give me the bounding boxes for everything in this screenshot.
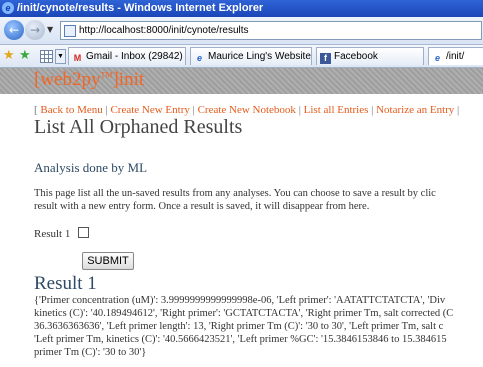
facebook-icon: f — [320, 53, 331, 64]
brand-prefix: [web2py — [34, 69, 101, 90]
submit-button[interactable]: SUBMIT — [82, 252, 134, 270]
tab-gmail-label: Gmail - Inbox (29842) - ... — [86, 51, 185, 62]
web2py-header: [web2pyTM]init — [0, 68, 483, 94]
back-button[interactable]: ← — [4, 20, 24, 40]
menu-separator: | — [189, 104, 198, 116]
description-line: result with a new entry form. Once a res… — [34, 201, 370, 212]
add-favorites-icon[interactable]: ★ — [19, 48, 31, 63]
tabs-bar: ★ ★ ▼ M Gmail - Inbox (29842) - ... e Maur… — [0, 45, 483, 68]
forward-button[interactable]: → — [25, 20, 45, 40]
recent-pages-dropdown-icon[interactable]: ▼ — [47, 25, 53, 34]
favorites-star-icon[interactable]: ★ — [3, 48, 15, 63]
brand-logo: [web2pyTM]init — [34, 69, 144, 91]
result-line: {'Primer concentration (uM)': 3.99999999… — [34, 295, 446, 306]
tab-init[interactable]: e/init/ — [428, 47, 483, 65]
page-icon — [64, 25, 76, 37]
menu-link-back-to-menu[interactable]: Back to Menu — [40, 104, 102, 116]
result-select-row: Result 1 — [34, 227, 483, 243]
result-line: 'Left primer Tm, kinetics (C)': '40.5666… — [34, 334, 447, 345]
result-body: {'Primer concentration (uM)': 3.99999999… — [34, 294, 453, 359]
tab-init-label: /init/ — [446, 51, 465, 62]
menu-link-notarize-an-entry[interactable]: Notarize an Entry — [376, 104, 454, 116]
tab-maurice-website[interactable]: e Maurice Ling's Website — [190, 47, 312, 65]
tab-maurice-label: Maurice Ling's Website — [208, 51, 311, 62]
address-bar-row: ← → ▼ http://localhost:8000/init/cynote/… — [0, 17, 483, 45]
tab-facebook-label: Facebook — [334, 51, 378, 62]
menu-separator: | — [368, 104, 377, 116]
menu-separator: | — [454, 104, 460, 116]
result-line: 36.3636363636', 'Left primer length': 13… — [34, 321, 444, 332]
result-checkbox-label: Result 1 — [34, 228, 71, 240]
result-checkbox[interactable] — [78, 227, 90, 238]
tab-gmail[interactable]: M Gmail - Inbox (29842) - ... — [68, 47, 186, 65]
brand-suffix: ]init — [112, 69, 145, 90]
main-content: [ Back to Menu | Create New Entry | Crea… — [34, 98, 483, 358]
menu-separator: | — [295, 104, 304, 116]
ie-page-icon: e — [196, 53, 202, 63]
address-input[interactable]: http://localhost:8000/init/cynote/result… — [60, 21, 482, 40]
ie-page-icon: e — [434, 53, 440, 63]
result-line: primer Tm (C)': '30 to 30'} — [34, 347, 147, 358]
address-url: http://localhost:8000/init/cynote/result… — [79, 25, 249, 36]
result-line: kinetics (C)': '40.189494612', 'Right pr… — [34, 308, 454, 319]
page-subtitle: Analysis done by ML — [34, 160, 148, 175]
menu-link-list-all-entries[interactable]: List all Entries — [304, 104, 369, 116]
tab-list-dropdown-icon[interactable]: ▼ — [55, 49, 66, 64]
quick-tabs-icon[interactable] — [40, 50, 53, 63]
result-title: Result 1 — [34, 273, 97, 294]
gmail-icon: M — [73, 53, 82, 63]
page-title: List All Orphaned Results — [34, 116, 243, 138]
window-title-bar: e/init/cynote/results - Windows Internet… — [0, 0, 483, 17]
menu-link-create-new-notebook[interactable]: Create New Notebook — [198, 104, 296, 116]
menu-link-create-new-entry[interactable]: Create New Entry — [110, 104, 189, 116]
brand-tm: TM — [100, 70, 113, 80]
nav-menu: [ Back to Menu | Create New Entry | Crea… — [34, 104, 483, 116]
description-line: This page list all the un-saved results … — [34, 188, 436, 199]
internet-explorer-icon: e — [2, 2, 14, 14]
tab-facebook[interactable]: f Facebook — [316, 47, 424, 65]
page-description: This page list all the un-saved results … — [34, 187, 483, 213]
window-title: /init/cynote/results - Windows Internet … — [17, 2, 264, 14]
